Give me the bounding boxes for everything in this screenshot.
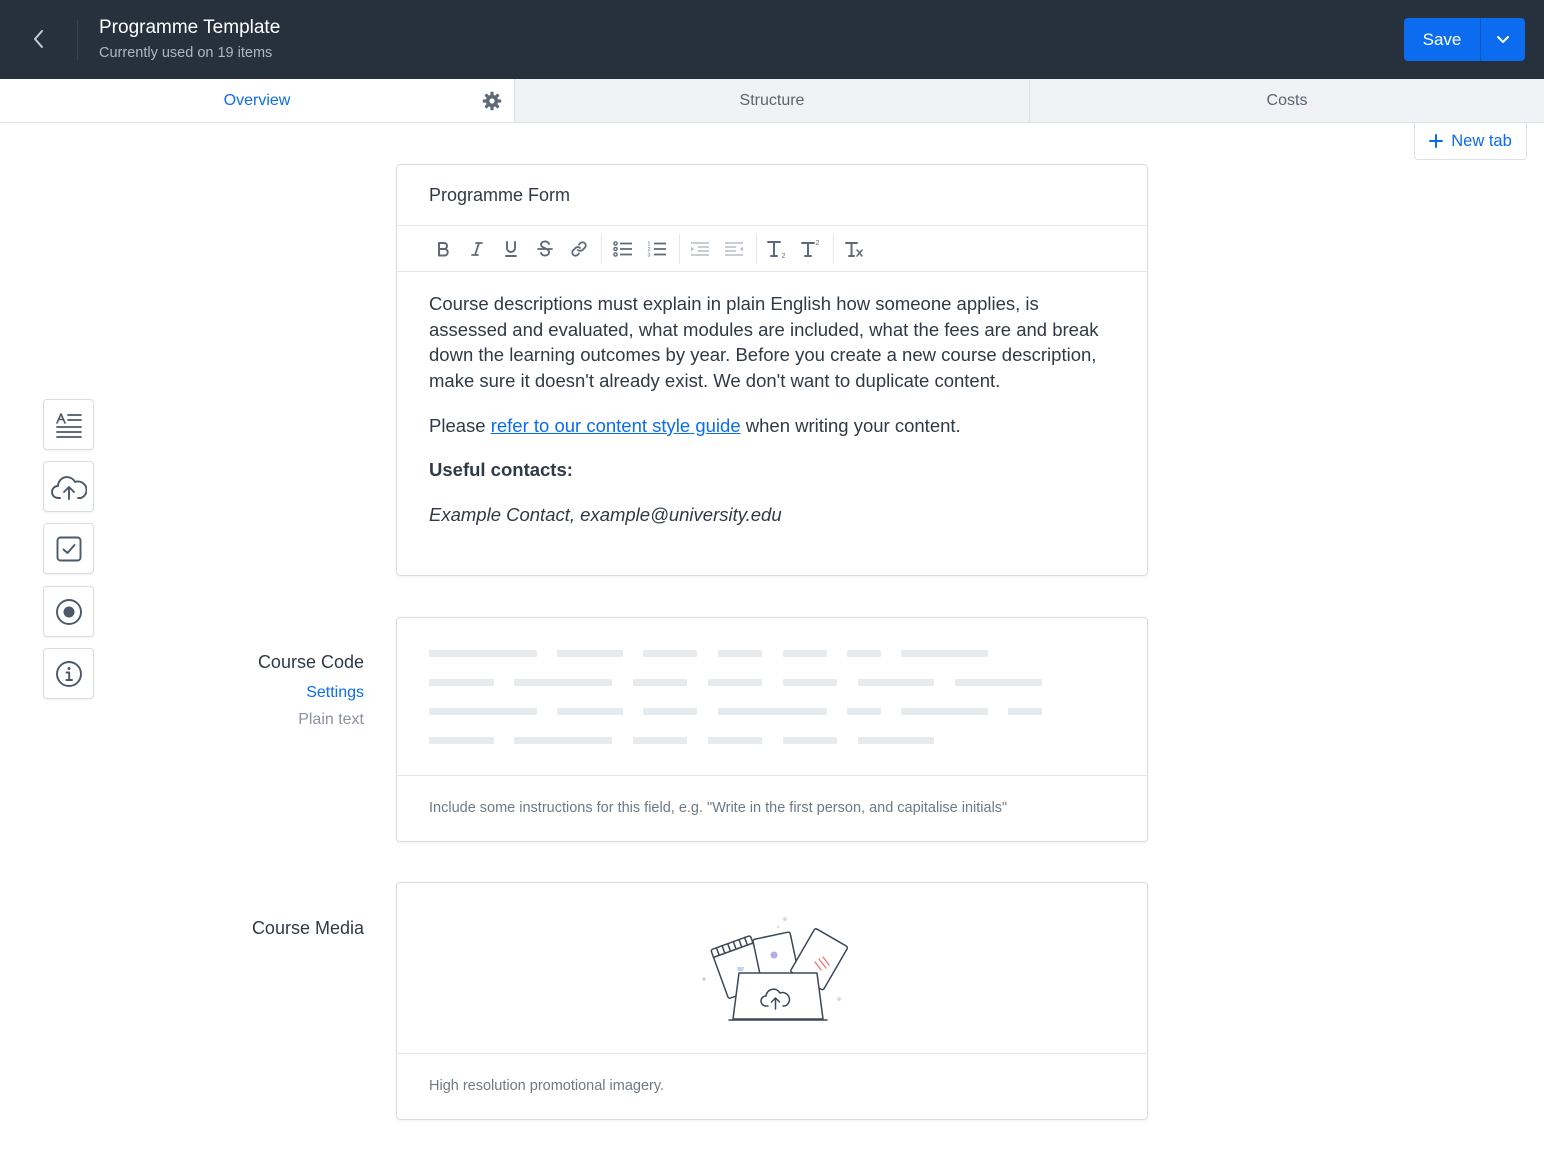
gear-icon[interactable] [482,91,502,111]
page-title: Programme Template [99,17,281,38]
svg-text:2: 2 [782,253,786,259]
svg-text:2: 2 [816,240,820,247]
paragraph-text-after: when writing your content. [740,415,961,436]
bold-button[interactable] [431,237,455,261]
outdent-button[interactable] [722,237,746,261]
tab-costs[interactable]: Costs [1029,79,1544,122]
add-text-block-button[interactable] [43,399,94,450]
indent-button[interactable] [688,237,712,261]
numbered-list-button[interactable]: 123 [645,237,669,261]
radio-icon [55,598,82,625]
strikethrough-button[interactable] [533,237,557,261]
save-button[interactable]: Save [1404,18,1480,61]
contacts-heading: Useful contacts: [429,458,573,480]
course-media-hint: High resolution promotional imagery. [429,1078,665,1094]
save-options-button[interactable] [1481,18,1525,61]
paragraph-text-before: Please [429,415,491,436]
bold-icon [438,242,449,257]
course-code-type: Plain text [298,711,364,728]
link-icon [571,241,587,257]
contact-line: Example Contact, example@university.edu [429,504,782,525]
back-button[interactable] [22,22,56,56]
link-button[interactable] [567,237,591,261]
superscript-button[interactable]: 2 [799,237,823,261]
checkbox-icon [56,536,81,561]
underline-button[interactable] [499,237,523,261]
toolbar-divider [756,234,757,264]
editor-style-guide-paragraph: Please refer to our content style guide … [429,413,1119,439]
superscript-icon: 2 [801,240,820,257]
card-divider [397,775,1147,776]
text-block-icon [55,412,82,438]
rich-text-toolbar: 123 2 2 [397,225,1147,272]
italic-icon [471,242,483,256]
programme-form-card: Programme Form 123 2 2 Course descriptio… [396,164,1148,576]
numbered-list-icon: 123 [648,242,666,258]
italic-button[interactable] [465,237,489,261]
clear-format-button[interactable] [842,237,866,261]
add-upload-button[interactable] [43,461,94,512]
cloud-upload-icon [50,475,87,500]
toolbar-divider [679,234,680,264]
clear-format-icon [845,242,863,257]
svg-text:3: 3 [648,253,651,258]
indent-icon [691,242,709,256]
card-divider [397,1053,1147,1054]
editor-paragraph: Course descriptions must explain in plai… [429,293,1099,391]
add-radio-button[interactable] [43,586,94,637]
course-media-label: Course Media [251,918,364,938]
course-code-settings-link[interactable]: Settings [306,684,364,702]
course-code-card[interactable]: Include some instructions for this field… [396,617,1148,842]
add-info-button[interactable] [43,648,94,699]
rich-text-editor[interactable]: Course descriptions must explain in plai… [429,291,1119,528]
info-icon [55,660,82,687]
top-header: Programme Template Currently used on 19 … [0,0,1544,79]
new-tab-label: New tab [1451,131,1512,150]
media-upload-illustration[interactable] [699,913,849,1028]
page-subtitle: Currently used on 19 items [99,45,273,61]
chevron-left-icon [34,30,43,48]
tab-overview[interactable]: Overview [0,79,514,122]
bullet-list-button[interactable] [611,237,635,261]
tab-structure[interactable]: Structure [514,79,1029,122]
subscript-button[interactable]: 2 [765,237,789,261]
underline-icon [505,241,517,257]
outdent-icon [725,242,743,256]
plus-icon [1429,134,1444,148]
toolbar-divider [601,234,602,264]
strikethrough-icon [537,240,553,257]
chevron-down-icon [1497,35,1509,43]
style-guide-link[interactable]: refer to our content style guide [491,415,741,436]
form-title: Programme Form [429,185,571,205]
course-media-card: High resolution promotional imagery. [396,882,1148,1120]
course-code-label: Course Code [257,652,364,672]
bullet-list-icon [613,241,632,257]
course-code-hint: Include some instructions for this field… [429,800,1008,816]
toolbar-divider [833,234,834,264]
tab-bar: Overview Structure Costs [0,79,1544,123]
add-checkbox-button[interactable] [43,523,94,574]
header-divider [77,20,78,60]
save-button-group: Save [1404,18,1525,61]
new-tab-button[interactable]: New tab [1414,123,1527,160]
subscript-icon: 2 [767,241,786,259]
